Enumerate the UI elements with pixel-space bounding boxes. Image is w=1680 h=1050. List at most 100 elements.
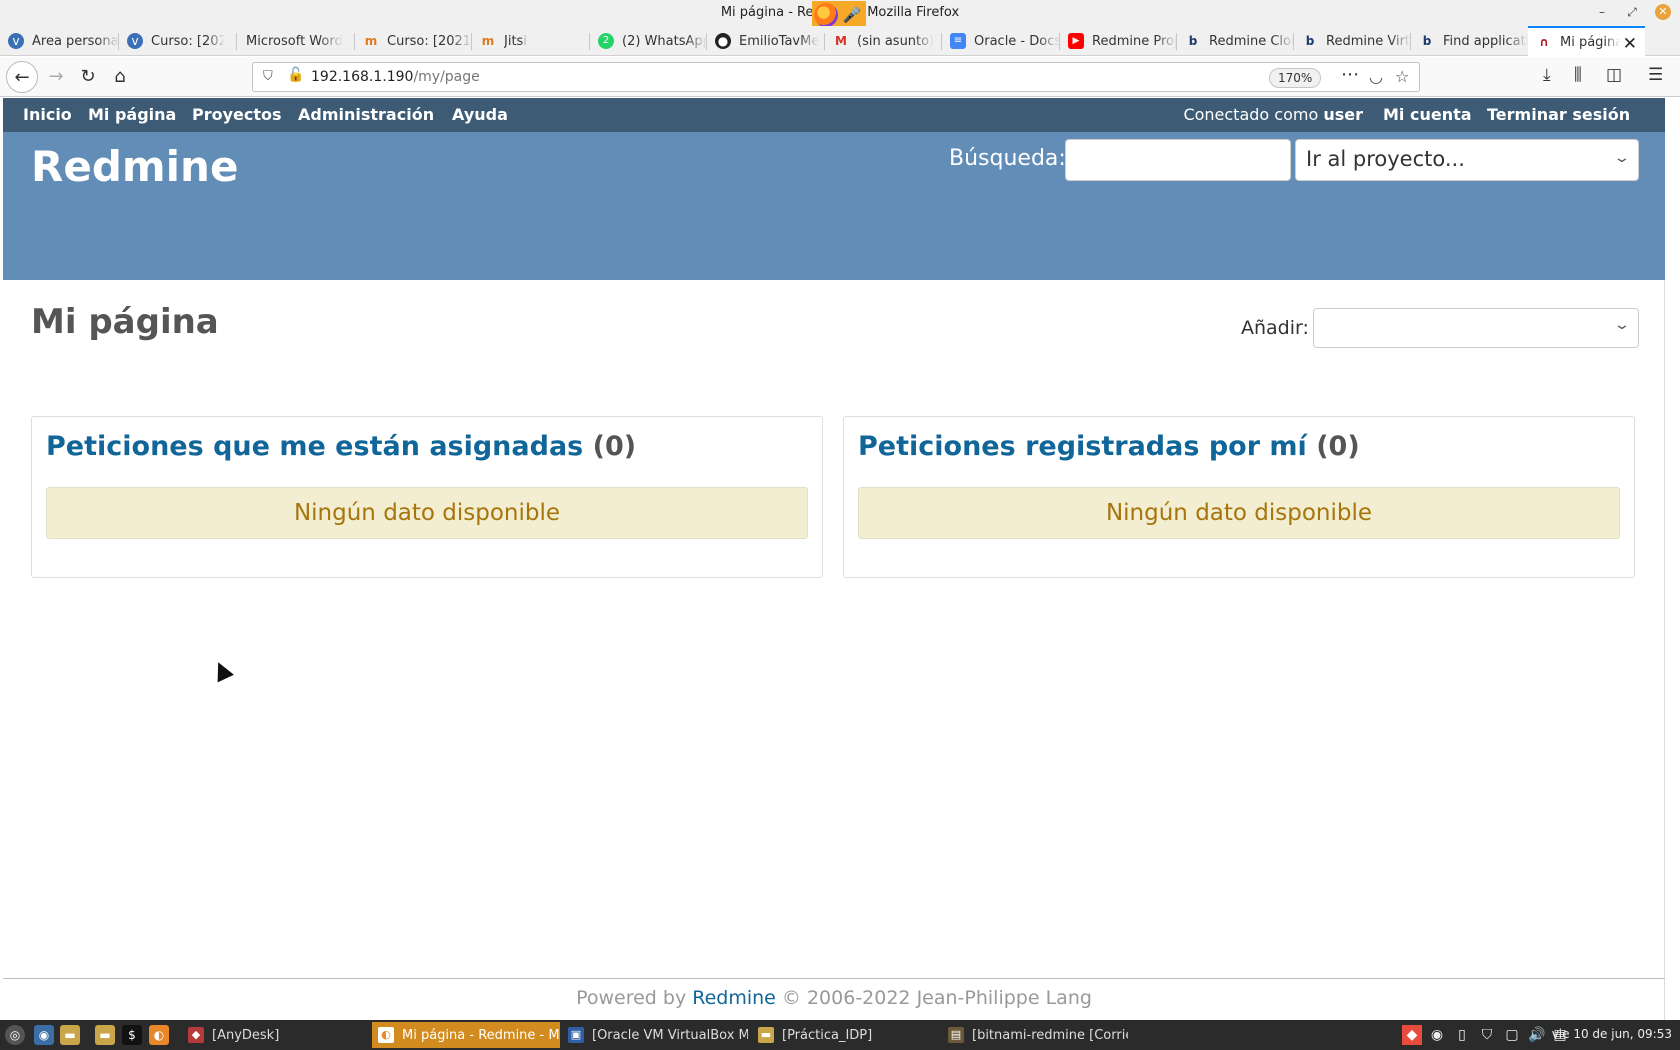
- block-issues-reported: Peticiones registradas por mí (0) Ningún…: [843, 416, 1635, 578]
- tab-jitsi[interactable]: m Jitsi: [472, 26, 590, 56]
- no-data-message: Ningún dato disponible: [46, 487, 808, 539]
- tab-whatsapp[interactable]: 2 (2) WhatsApp: [590, 26, 707, 56]
- volume-icon[interactable]: 🔊: [1527, 1025, 1547, 1045]
- library-icon[interactable]: ⫼: [1574, 65, 1582, 85]
- taskbar-item-anydesk[interactable]: ◆ [AnyDesk]: [182, 1022, 372, 1048]
- menu-ayuda[interactable]: Ayuda: [452, 105, 508, 124]
- close-icon[interactable]: ✕: [1655, 4, 1671, 20]
- url-text[interactable]: 192.168.1.190/my/page: [311, 69, 480, 85]
- shield-tray-icon[interactable]: ⛉: [1477, 1025, 1497, 1045]
- tab-oracle-docs[interactable]: ≡ Oracle - Docs: [942, 26, 1060, 56]
- project-jump-select[interactable]: Ir al proyecto... ⌄: [1295, 139, 1639, 181]
- menu-mi-pagina[interactable]: Mi página: [88, 105, 176, 124]
- clock[interactable]: vie 10 de jun, 09:53: [1552, 1027, 1672, 1041]
- no-data-message: Ningún dato disponible: [858, 487, 1620, 539]
- whatsapp-icon: 2: [598, 33, 614, 49]
- window-tray-icon[interactable]: ▢: [1502, 1025, 1522, 1045]
- menu-mi-cuenta[interactable]: Mi cuenta: [1383, 105, 1472, 124]
- taskbar-item-virtualbox[interactable]: ▣ [Oracle VM VirtualBox Manager]: [562, 1022, 748, 1048]
- virtualcampus-icon: v: [8, 33, 24, 49]
- menu-proyectos[interactable]: Proyectos: [192, 105, 282, 124]
- logged-as-text: Conectado como user: [1183, 105, 1363, 124]
- menu-inicio[interactable]: Inicio: [23, 105, 72, 124]
- back-button[interactable]: ←: [6, 61, 38, 93]
- block-title: Peticiones que me están asignadas (0): [46, 431, 636, 462]
- firefox-icon: [814, 3, 838, 27]
- menu-administracion[interactable]: Administración: [298, 105, 434, 124]
- anydesk-icon: ◆: [188, 1027, 204, 1043]
- navigation-toolbar: ← → ↻ ⌂ ⛉ 🔓 192.168.1.190/my/page 170% ·…: [0, 57, 1680, 97]
- block-title-link[interactable]: Peticiones que me están asignadas: [46, 431, 583, 462]
- block-count: (0): [1316, 431, 1360, 462]
- search-label: Búsqueda:: [949, 146, 1066, 171]
- minimize-icon[interactable]: –: [1594, 4, 1610, 20]
- screenshot-icon[interactable]: ◉: [34, 1025, 54, 1045]
- shield-icon[interactable]: ⛉: [263, 69, 273, 84]
- tab-redmine-cloud[interactable]: b Redmine Cloud: [1177, 26, 1294, 56]
- clipboard-tray-icon[interactable]: ▯: [1452, 1025, 1472, 1045]
- eye-tray-icon[interactable]: ◉: [1427, 1025, 1447, 1045]
- logged-user-link[interactable]: user: [1323, 105, 1363, 124]
- terminal-icon[interactable]: $: [122, 1025, 142, 1045]
- tab-curso-2[interactable]: m Curso: [2021-22]: [355, 26, 472, 56]
- redmine-page: Inicio Mi página Proyectos Administració…: [3, 98, 1665, 1020]
- forward-button[interactable]: →: [40, 61, 72, 93]
- add-block-select[interactable]: ⌄: [1313, 308, 1639, 348]
- tab-area-personal[interactable]: v Área personal: [0, 26, 119, 56]
- gmail-icon: M: [835, 34, 847, 48]
- page-actions-icon[interactable]: ···: [1341, 64, 1359, 86]
- bitnami-icon: b: [1422, 34, 1432, 48]
- sidebar-icon[interactable]: ◫: [1606, 65, 1622, 85]
- tab-microsoft-word[interactable]: Microsoft Word: [238, 26, 355, 56]
- home-button[interactable]: ⌂: [104, 61, 136, 93]
- page-title: Mi página: [31, 302, 219, 342]
- virtualcampus-icon: v: [127, 33, 143, 49]
- tab-github[interactable]: ● EmilioTavMe: [707, 26, 825, 56]
- taskbar-item-practica[interactable]: ▬ [Práctica_IDP]: [752, 1022, 938, 1048]
- search-input[interactable]: [1065, 139, 1291, 181]
- bitnami-icon: b: [1305, 34, 1315, 48]
- bitnami-icon: b: [1188, 34, 1198, 48]
- insecure-lock-icon[interactable]: 🔓: [287, 67, 304, 83]
- taskbar-item-firefox[interactable]: ◐ Mi página - Redmine - Mozilla Firefox: [372, 1022, 560, 1048]
- maximize-icon[interactable]: ⤢: [1624, 4, 1640, 20]
- folder-icon[interactable]: ▬: [60, 1025, 80, 1045]
- pocket-icon[interactable]: ◡: [1369, 67, 1383, 86]
- taskbar: ◎ ◉ ▬ ▬ $ ◐ ◆ [AnyDesk] ◐ Mi página - Re…: [0, 1020, 1680, 1050]
- downloads-icon[interactable]: ⤓: [1543, 65, 1551, 85]
- block-title-link[interactable]: Peticiones registradas por mí: [858, 431, 1307, 462]
- menu-terminar-sesion[interactable]: Terminar sesión: [1487, 105, 1630, 124]
- youtube-icon: ▶: [1068, 33, 1084, 49]
- taskbar-item-bitnami-vm[interactable]: ▤ [bitnami-redmine [Corriendo] - Oracle …: [942, 1022, 1128, 1048]
- files-icon[interactable]: ▬: [95, 1025, 115, 1045]
- top-menu: Inicio Mi página Proyectos Administració…: [3, 98, 1665, 132]
- firefox-launcher-icon[interactable]: ◐: [149, 1025, 169, 1045]
- tab-redmine-project[interactable]: ▶ Redmine Project: [1060, 26, 1177, 56]
- tab-redmine-virtual[interactable]: b Redmine Virtual: [1294, 26, 1411, 56]
- anydesk-tray-icon[interactable]: ◆: [1402, 1025, 1422, 1045]
- tab-find-applications[interactable]: b Find applications: [1411, 26, 1528, 56]
- footer: Powered by Redmine © 2006-2022 Jean-Phil…: [3, 978, 1665, 1020]
- menu-icon[interactable]: ☰: [1648, 65, 1663, 85]
- folder-icon: ▬: [758, 1027, 774, 1043]
- block-issues-assigned: Peticiones que me están asignadas (0) Ni…: [31, 416, 823, 578]
- zoom-level-badge[interactable]: 170%: [1269, 68, 1322, 88]
- start-menu-icon[interactable]: ◎: [5, 1025, 25, 1045]
- site-title[interactable]: Redmine: [31, 142, 238, 191]
- tab-gmail[interactable]: M (sin asunto): [825, 26, 942, 56]
- screen-recorder-overlay: 🎤: [812, 1, 866, 29]
- docs-icon: ≡: [950, 33, 966, 49]
- tab-strip: v Área personal v Curso: [2021-22] Micro…: [0, 26, 1680, 79]
- moodle-icon: m: [481, 34, 495, 48]
- reload-button[interactable]: ↻: [72, 61, 104, 93]
- chevron-down-icon: ⌄: [1613, 317, 1631, 333]
- add-block-label: Añadir:: [1241, 317, 1309, 339]
- firefox-icon: ◐: [378, 1027, 394, 1043]
- close-tab-icon[interactable]: ✕: [1623, 34, 1637, 54]
- footer-redmine-link[interactable]: Redmine: [692, 987, 776, 1009]
- url-bar[interactable]: ⛉ 🔓 192.168.1.190/my/page 170% ··· ◡ ☆: [252, 62, 1420, 92]
- tab-mi-pagina[interactable]: ∩ Mi página ✕: [1528, 26, 1645, 56]
- bookmark-star-icon[interactable]: ☆: [1395, 67, 1409, 86]
- microphone-icon[interactable]: 🎤: [840, 3, 864, 27]
- redmine-icon: ∩: [1539, 35, 1549, 49]
